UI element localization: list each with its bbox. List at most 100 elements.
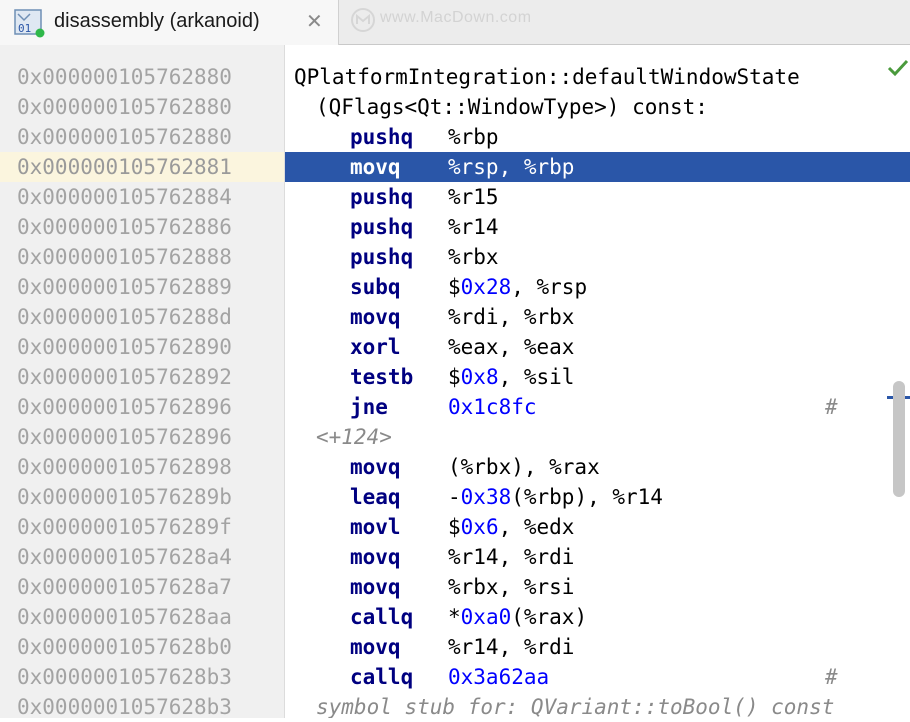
- instruction-operands: $0x8, %sil: [448, 362, 574, 392]
- disassembly-code-view[interactable]: QPlatformIntegration::defaultWindowState…: [285, 45, 910, 718]
- instruction-mnemonic: pushq: [350, 215, 414, 239]
- instruction-operands: %r14, %rdi: [448, 542, 574, 572]
- code-line[interactable]: jne 0x1c8fc #: [285, 392, 910, 422]
- tab-disassembly[interactable]: 01 disassembly (arkanoid) ✕: [0, 0, 339, 45]
- numeric-operand[interactable]: 0x8: [461, 365, 499, 389]
- address-line[interactable]: 0x000000105762880: [0, 122, 284, 152]
- instruction-operands: %r15: [448, 182, 499, 212]
- code-line[interactable]: subq $0x28, %rsp: [285, 272, 910, 302]
- instruction-mnemonic: callq: [350, 605, 414, 629]
- numeric-operand[interactable]: 0x28: [461, 275, 512, 299]
- instruction-mnemonic: movq: [350, 155, 401, 179]
- numeric-operand[interactable]: 0x6: [461, 515, 499, 539]
- code-line[interactable]: <+124>: [285, 422, 910, 452]
- address-line[interactable]: 0x0000001057628a4: [0, 542, 284, 572]
- code-line[interactable]: xorl %eax, %eax: [285, 332, 910, 362]
- operand-text: %rbx, %rsi: [448, 575, 575, 599]
- code-line[interactable]: movq %rbx, %rsi: [285, 572, 910, 602]
- address-line[interactable]: 0x000000105762890: [0, 332, 284, 362]
- svg-text:01: 01: [18, 22, 31, 35]
- code-line[interactable]: movq %r14, %rdi: [285, 632, 910, 662]
- address-line[interactable]: 0x000000105762880: [0, 62, 284, 92]
- instruction-mnemonic: movq: [350, 575, 401, 599]
- address-line[interactable]: 0x000000105762892: [0, 362, 284, 392]
- code-line[interactable]: (QFlags<Qt::WindowType>) const:: [285, 92, 910, 122]
- operand-text: , %rsp: [511, 275, 588, 299]
- code-line[interactable]: pushq %rbx: [285, 242, 910, 272]
- code-line[interactable]: callq 0x3a62aa #: [285, 662, 910, 692]
- code-line[interactable]: movq %r14, %rdi: [285, 542, 910, 572]
- checkmark-icon: [887, 59, 909, 77]
- numeric-operand[interactable]: 0x38: [461, 485, 512, 509]
- instruction-operands: %eax, %eax: [448, 332, 574, 362]
- code-line[interactable]: movq (%rbx), %rax: [285, 452, 910, 482]
- operand-text: *: [448, 605, 461, 629]
- instruction-mnemonic: movq: [350, 305, 401, 329]
- address-line[interactable]: 0x000000105762884: [0, 182, 284, 212]
- instruction-mnemonic: movq: [350, 545, 401, 569]
- instruction-mnemonic: movl: [350, 515, 401, 539]
- comment-marker: #: [825, 395, 838, 419]
- instruction-operands: (%rbx), %rax: [448, 452, 600, 482]
- operand-text: %r15: [448, 185, 499, 209]
- editor-tab-bar: 01 disassembly (arkanoid) ✕ www.MacDown.…: [0, 0, 910, 45]
- instruction-operands: %rbx: [448, 242, 499, 272]
- instruction-operands: *0xa0(%rax): [448, 602, 587, 632]
- function-signature: (QFlags<Qt::WindowType>) const:: [316, 95, 708, 119]
- address-line[interactable]: 0x000000105762896: [0, 422, 284, 452]
- address-line[interactable]: 0x0000001057628b3: [0, 662, 284, 692]
- address-line[interactable]: 0x000000105762880: [0, 92, 284, 122]
- operand-text: $: [448, 365, 461, 389]
- address-line[interactable]: 0x0000001057628aa: [0, 602, 284, 632]
- code-line[interactable]: pushq %r15: [285, 182, 910, 212]
- numeric-operand[interactable]: 0xa0: [461, 605, 512, 629]
- address-line[interactable]: 0x000000105762886: [0, 212, 284, 242]
- address-line[interactable]: 0x0000001057628a7: [0, 572, 284, 602]
- code-line[interactable]: callq *0xa0(%rax): [285, 602, 910, 632]
- address-line[interactable]: 0x000000105762881: [0, 152, 284, 182]
- code-line[interactable]: QPlatformIntegration::defaultWindowState: [285, 62, 910, 92]
- numeric-operand[interactable]: 0x3a62aa: [448, 665, 549, 689]
- address-line[interactable]: 0x000000105762898: [0, 452, 284, 482]
- instruction-operands: %rsp, %rbp: [448, 152, 574, 182]
- instruction-operands: 0x1c8fc: [448, 392, 537, 422]
- address-line[interactable]: 0x000000105762896: [0, 392, 284, 422]
- operand-text: (%rax): [511, 605, 588, 629]
- operand-text: (%rbp), %r14: [511, 485, 663, 509]
- code-line[interactable]: leaq -0x38(%rbp), %r14: [285, 482, 910, 512]
- code-line[interactable]: symbol stub for: QVariant::toBool() cons…: [285, 692, 910, 718]
- operand-text: (%rbx), %rax: [448, 455, 600, 479]
- address-line[interactable]: 0x00000010576289b: [0, 482, 284, 512]
- code-line[interactable]: movq %rdi, %rbx: [285, 302, 910, 332]
- operand-text: $: [448, 275, 461, 299]
- close-icon[interactable]: ✕: [306, 9, 323, 33]
- watermark-text: www.MacDown.com: [380, 9, 532, 26]
- instruction-mnemonic: subq: [350, 275, 401, 299]
- operand-text: , %sil: [498, 365, 575, 389]
- numeric-operand[interactable]: 0x1c8fc: [448, 395, 537, 419]
- instruction-operands: %rbp: [448, 122, 499, 152]
- code-line[interactable]: movq %rsp, %rbp: [285, 152, 910, 182]
- instruction-mnemonic: callq: [350, 665, 414, 689]
- offset-label: <+124>: [316, 425, 392, 449]
- disassembly-file-icon: 01: [14, 9, 45, 38]
- operand-text: $: [448, 515, 461, 539]
- instruction-operands: %rbx, %rsi: [448, 572, 574, 602]
- operand-text: %eax, %eax: [448, 335, 575, 359]
- address-line[interactable]: 0x00000010576289f: [0, 512, 284, 542]
- code-line[interactable]: movl $0x6, %edx: [285, 512, 910, 542]
- vertical-scrollbar[interactable]: [893, 381, 905, 497]
- operand-text: %rbp: [448, 125, 499, 149]
- code-line[interactable]: pushq %rbp: [285, 122, 910, 152]
- address-line[interactable]: 0x00000010576288d: [0, 302, 284, 332]
- address-gutter: 0x000000105762880 0x000000105762880 0x0000…: [0, 45, 285, 719]
- address-line[interactable]: 0x000000105762889: [0, 272, 284, 302]
- instruction-mnemonic: pushq: [350, 125, 414, 149]
- address-line[interactable]: 0x0000001057628b0: [0, 632, 284, 662]
- address-line[interactable]: 0x000000105762888: [0, 242, 284, 272]
- code-line[interactable]: testb $0x8, %sil: [285, 362, 910, 392]
- instruction-operands: %r14, %rdi: [448, 632, 574, 662]
- code-line[interactable]: pushq %r14: [285, 212, 910, 242]
- tab-title: disassembly (arkanoid): [54, 10, 260, 32]
- instruction-operands: 0x3a62aa: [448, 662, 549, 692]
